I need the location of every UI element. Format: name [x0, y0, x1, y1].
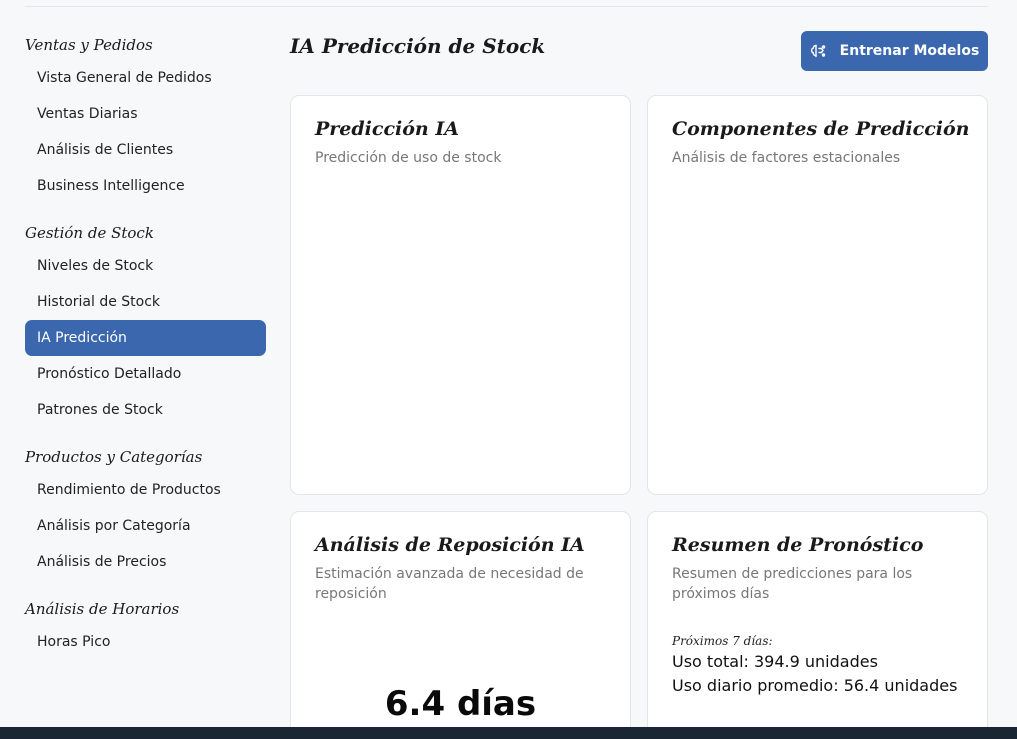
- train-models-label: Entrenar Modelos: [839, 43, 980, 59]
- card-subtitle: Análisis de factores estacionales: [672, 150, 901, 166]
- prediction-card: Predicción IA Predicción de uso de stock: [290, 95, 631, 495]
- sidebar-item-rendimiento-productos[interactable]: Rendimiento de Productos: [25, 472, 266, 508]
- forecast-summary-card: Resumen de Pronóstico Resumen de predicc…: [647, 511, 988, 739]
- sidebar-section-title: Gestión de Stock: [25, 224, 154, 242]
- sidebar-section-horarios: Análisis de Horarios Horas Pico: [25, 594, 266, 660]
- sidebar-item-pronostico-detallado[interactable]: Pronóstico Detallado: [25, 356, 266, 392]
- sidebar-item-vista-general[interactable]: Vista General de Pedidos: [25, 60, 266, 96]
- sidebar-item-analisis-clientes[interactable]: Análisis de Clientes: [25, 132, 266, 168]
- sidebar-item-patrones-stock[interactable]: Patrones de Stock: [25, 392, 266, 428]
- brain-icon: [810, 43, 826, 59]
- sidebar: Ventas y Pedidos Vista General de Pedido…: [25, 30, 266, 674]
- card-title: Componentes de Predicción: [672, 118, 970, 140]
- sidebar-section-productos: Productos y Categorías Rendimiento de Pr…: [25, 442, 266, 580]
- card-title: Análisis de Reposición IA: [315, 534, 585, 556]
- card-title: Resumen de Pronóstico: [672, 534, 924, 556]
- sidebar-item-horas-pico[interactable]: Horas Pico: [25, 624, 266, 660]
- sidebar-section-title: Ventas y Pedidos: [25, 36, 153, 54]
- sidebar-section-stock: Gestión de Stock Niveles de Stock Histor…: [25, 218, 266, 428]
- card-subtitle: Predicción de uso de stock: [315, 150, 502, 166]
- total-usage: Uso total: 394.9 unidades: [672, 652, 878, 671]
- card-subtitle: Resumen de predicciones para los próximo…: [672, 566, 913, 602]
- sidebar-item-business-intelligence[interactable]: Business Intelligence: [25, 168, 266, 204]
- top-divider: [25, 6, 988, 7]
- train-models-button[interactable]: Entrenar Modelos: [801, 31, 988, 71]
- sidebar-item-niveles-stock[interactable]: Niveles de Stock: [25, 248, 266, 284]
- next-days-label: Próximos 7 días:: [672, 634, 773, 648]
- sidebar-section-title: Análisis de Horarios: [25, 600, 180, 618]
- taskbar: [0, 727, 1017, 739]
- sidebar-item-ia-prediccion[interactable]: IA Predicción: [25, 320, 266, 356]
- sidebar-item-analisis-precios[interactable]: Análisis de Precios: [25, 544, 266, 580]
- sidebar-item-ventas-diarias[interactable]: Ventas Diarias: [25, 96, 266, 132]
- card-title: Predicción IA: [315, 118, 459, 140]
- sidebar-section-ventas: Ventas y Pedidos Vista General de Pedido…: [25, 30, 266, 204]
- sidebar-item-historial-stock[interactable]: Historial de Stock: [25, 284, 266, 320]
- sidebar-section-title: Productos y Categorías: [25, 448, 203, 466]
- daily-average-usage: Uso diario promedio: 56.4 unidades: [672, 676, 958, 695]
- card-subtitle: Estimación avanzada de necesidad de repo…: [315, 566, 584, 602]
- components-card: Componentes de Predicción Análisis de fa…: [647, 95, 988, 495]
- page-title: IA Predicción de Stock: [290, 34, 546, 58]
- replenishment-card: Análisis de Reposición IA Estimación ava…: [290, 511, 631, 739]
- replenishment-days-value: 6.4 días: [384, 684, 537, 724]
- sidebar-item-analisis-categoria[interactable]: Análisis por Categoría: [25, 508, 266, 544]
